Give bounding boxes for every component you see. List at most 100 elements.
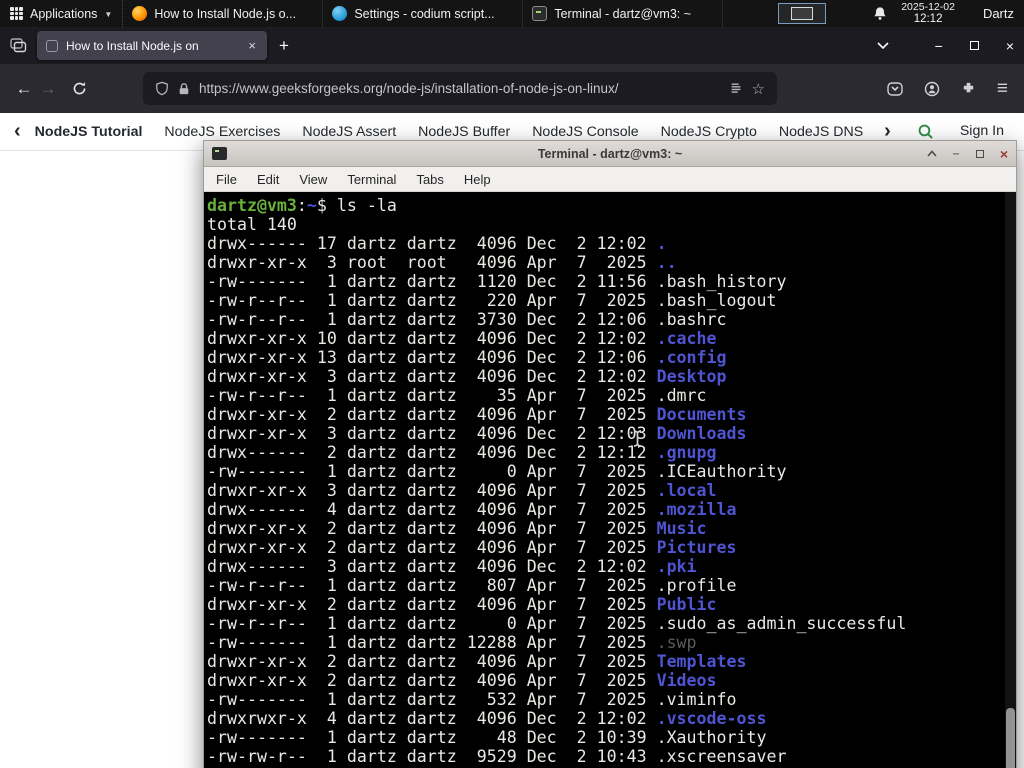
terminal-line: drwxr-xr-x 13 dartz dartz 4096 Dec 2 12:… — [207, 348, 727, 367]
terminal-output[interactable]: dartz@vm3:~$ ls -la total 140 drwx------… — [204, 192, 1016, 768]
list-all-tabs-icon[interactable] — [877, 41, 889, 50]
terminal-menu-tabs[interactable]: Tabs — [406, 172, 453, 187]
file-name: .gnupg — [656, 443, 717, 462]
terminal-line: drwxr-xr-x 2 dartz dartz 4096 Apr 7 2025… — [207, 405, 747, 424]
gfg-nav-item[interactable]: NodeJS Console — [532, 124, 638, 140]
tracking-shield-icon[interactable] — [155, 81, 169, 96]
workspace-window-icon — [791, 7, 814, 20]
terminal-line: drwxr-xr-x 2 dartz dartz 4096 Apr 7 2025… — [207, 538, 737, 557]
url-bar[interactable]: https://www.geeksforgeeks.org/node-js/in… — [143, 72, 777, 105]
browser-toolbar: ← → https://www.geeksforgeeks.org/node-j… — [0, 64, 1024, 113]
forward-button[interactable]: → — [36, 79, 60, 99]
tab-close-icon[interactable]: × — [246, 38, 258, 53]
reload-icon[interactable] — [72, 81, 87, 96]
terminal-listing: drwx------ 17 dartz dartz 4096 Dec 2 12:… — [207, 234, 1002, 766]
file-name: Public — [656, 595, 717, 614]
taskbar-window-button[interactable]: Settings - codium script... — [323, 0, 524, 27]
terminal-menubar: File Edit View Terminal Tabs Help — [204, 167, 1016, 192]
terminal-close-button[interactable]: × — [1000, 146, 1008, 162]
pocket-icon[interactable] — [887, 81, 903, 97]
terminal-menu-file[interactable]: File — [206, 172, 247, 187]
sign-in-button[interactable]: Sign In — [960, 123, 1004, 139]
terminal-line: -rw-r--r-- 1 dartz dartz 220 Apr 7 2025 … — [207, 291, 777, 310]
taskbar-window-label: How to Install Node.js o... — [154, 6, 297, 21]
window-maximize-button[interactable] — [969, 41, 979, 50]
file-name: .xscreensaver — [656, 747, 787, 766]
reader-view-icon[interactable] — [729, 82, 743, 96]
gfg-nav-item[interactable]: NodeJS Tutorial — [35, 124, 143, 140]
file-name: .dmrc — [656, 386, 707, 405]
url-text[interactable]: https://www.geeksforgeeks.org/node-js/in… — [199, 81, 720, 96]
browser-tab[interactable]: How to Install Node.js on × — [37, 31, 267, 60]
terminal-line: drwxr-xr-x 2 dartz dartz 4096 Apr 7 2025… — [207, 671, 717, 690]
padlock-icon[interactable] — [178, 82, 190, 96]
file-name: .cache — [656, 329, 717, 348]
scrollbar-thumb[interactable] — [1006, 708, 1015, 768]
window-close-button[interactable]: × — [1006, 38, 1014, 54]
firefox-icon — [132, 6, 148, 21]
extensions-icon[interactable] — [961, 81, 976, 96]
file-name: .local — [656, 481, 717, 500]
gfg-nav-item[interactable]: NodeJS Assert — [302, 124, 396, 140]
file-name: Music — [656, 519, 707, 538]
browser-tab-bar: How to Install Node.js on × + − × — [0, 27, 1024, 64]
window-minimize-button[interactable]: − — [935, 38, 943, 54]
file-name: .profile — [656, 576, 737, 595]
file-name: .mozilla — [656, 500, 737, 519]
notification-bell-icon[interactable] — [873, 6, 887, 21]
terminal-menu-terminal[interactable]: Terminal — [337, 172, 406, 187]
file-name: Documents — [656, 405, 747, 424]
terminal-app-icon — [212, 147, 227, 160]
prompt-command: $ ls -la — [316, 196, 397, 215]
file-name: .swp — [656, 633, 697, 652]
file-name: .sudo_as_admin_successful — [656, 614, 907, 633]
new-tab-button[interactable]: + — [279, 36, 289, 56]
back-button[interactable]: ← — [12, 79, 36, 99]
nav-scroll-left-icon[interactable]: ‹ — [14, 120, 21, 143]
file-name: .bash_history — [656, 272, 787, 291]
gfg-nav-item[interactable]: NodeJS Buffer — [418, 124, 510, 140]
file-name: Desktop — [656, 367, 727, 386]
file-name: Downloads — [656, 424, 747, 443]
terminal-line: -rw------- 1 dartz dartz 1120 Dec 2 11:5… — [207, 272, 787, 291]
file-name: .ICEauthority — [656, 462, 787, 481]
terminal-line: drwxr-xr-x 2 dartz dartz 4096 Apr 7 2025… — [207, 652, 747, 671]
workspace-switcher[interactable] — [778, 3, 827, 24]
bookmark-star-icon[interactable]: ☆ — [752, 80, 765, 98]
terminal-line: -rw------- 1 dartz dartz 12288 Apr 7 202… — [207, 633, 697, 652]
terminal-menu-help[interactable]: Help — [454, 172, 501, 187]
hamburger-menu-icon[interactable]: ≡ — [997, 79, 1008, 98]
clock[interactable]: 2025-12-02 12:12 — [901, 1, 955, 26]
terminal-menu-edit[interactable]: Edit — [247, 172, 289, 187]
terminal-menu-view[interactable]: View — [289, 172, 337, 187]
terminal-minimize-button[interactable]: − — [953, 147, 960, 161]
firefox-view-icon[interactable] — [10, 38, 27, 53]
applications-menu-button[interactable]: Applications ▼ — [0, 0, 124, 27]
gfg-nav-item[interactable]: NodeJS DNS — [779, 124, 863, 140]
user-menu[interactable]: Dartz — [969, 6, 1014, 21]
taskbar-window-label: Settings - codium script... — [354, 6, 495, 21]
gfg-nav-item[interactable]: NodeJS Crypto — [661, 124, 757, 140]
file-name: .bashrc — [656, 310, 727, 329]
terminal-line: drwxr-xr-x 3 dartz dartz 4096 Apr 7 2025… — [207, 481, 717, 500]
clock-time: 12:12 — [913, 12, 943, 25]
taskbar-window-button[interactable]: How to Install Node.js o... — [123, 0, 324, 27]
terminal-line: -rw------- 1 dartz dartz 532 Apr 7 2025 … — [207, 690, 737, 709]
tab-title: How to Install Node.js on — [66, 38, 199, 53]
terminal-title-bar[interactable]: Terminal - dartz@vm3: ~ − × — [204, 141, 1016, 167]
terminal-scrollbar[interactable] — [1005, 192, 1016, 768]
taskbar-window-button[interactable]: Terminal - dartz@vm3: ~ — [523, 0, 724, 27]
terminal-shade-icon[interactable] — [926, 150, 937, 157]
gfg-nav-item[interactable]: NodeJS Exercises — [164, 124, 280, 140]
terminal-line: drwxr-xr-x 2 dartz dartz 4096 Apr 7 2025… — [207, 519, 707, 538]
terminal-line: drwxr-xr-x 3 dartz dartz 4096 Dec 2 12:0… — [207, 367, 727, 386]
system-top-bar: Applications ▼ How to Install Node.js o.… — [0, 0, 1024, 27]
account-icon[interactable] — [924, 81, 940, 97]
terminal-icon — [532, 6, 548, 21]
clock-date: 2025-12-02 — [901, 0, 955, 13]
terminal-maximize-button[interactable] — [975, 149, 984, 158]
prompt-user-host: dartz@vm3 — [207, 196, 297, 215]
file-name: . — [656, 234, 667, 253]
file-name: .pki — [656, 557, 697, 576]
search-icon[interactable] — [917, 123, 934, 140]
